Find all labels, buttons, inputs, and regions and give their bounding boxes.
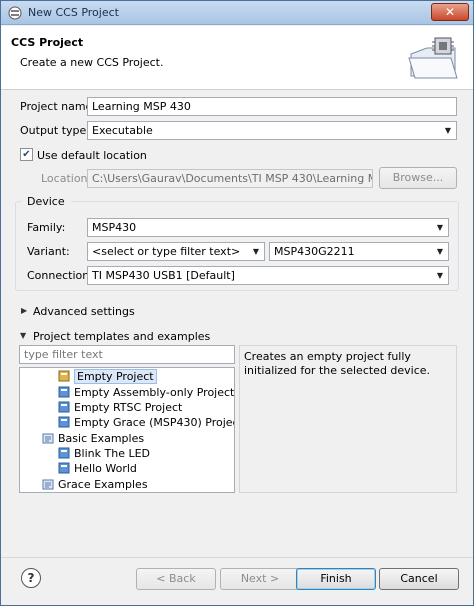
wizard-header: CCS Project Create a new CCS Project.	[1, 26, 473, 90]
tree-item[interactable]: Empty Assembly-only Project	[58, 385, 234, 400]
template-icon	[58, 447, 70, 459]
project-name-input[interactable]: Learning MSP 430	[87, 97, 457, 116]
location-input[interactable]: C:\Users\Gaurav\Documents\TI MSP 430\Lea…	[87, 169, 373, 188]
output-type-label: Output type:	[20, 124, 90, 137]
location-label: Location:	[41, 172, 92, 185]
tree-item-label: Empty Grace (MSP430) Project	[74, 416, 235, 429]
connection-select[interactable]: TI MSP430 USB1 [Default] ▼	[87, 266, 449, 285]
close-icon: ✕	[444, 5, 456, 19]
connection-label: Connection:	[27, 269, 93, 282]
folder-icon	[42, 433, 54, 444]
chevron-down-icon: ▼	[436, 223, 444, 232]
check-icon: ✔	[22, 149, 31, 160]
family-label: Family:	[27, 221, 66, 234]
tree-item[interactable]: Empty Grace (MSP430) Project	[58, 415, 235, 430]
family-select[interactable]: MSP430 ▼	[87, 218, 449, 237]
wizard-description: Create a new CCS Project.	[20, 56, 164, 69]
connection-value: TI MSP430 USB1 [Default]	[92, 269, 235, 282]
new-ccs-project-dialog: New CCS Project ✕ CCS Project Create a n…	[0, 0, 474, 606]
template-icon	[58, 386, 70, 398]
tree-item[interactable]: Empty RTSC Project	[58, 400, 182, 415]
tree-item-label: Blink The LED	[74, 447, 151, 460]
browse-button[interactable]: Browse...	[379, 167, 457, 189]
output-type-select[interactable]: Executable ▼	[87, 121, 457, 140]
next-button[interactable]: Next >	[220, 568, 300, 590]
help-icon[interactable]: ?	[21, 568, 41, 588]
variant-filter-text: <select or type filter text>	[92, 245, 241, 258]
footer-separator	[1, 557, 473, 558]
variant-label: Variant:	[27, 245, 70, 258]
variant-value: MSP430G2211	[274, 245, 355, 258]
template-description: Creates an empty project fully initializ…	[239, 345, 457, 493]
chevron-down-icon: ▼	[436, 247, 444, 256]
variant-filter-combo[interactable]: <select or type filter text> ▼	[87, 242, 265, 261]
tree-item-label: Empty RTSC Project	[74, 401, 183, 414]
template-icon	[58, 416, 70, 428]
window-close-button[interactable]: ✕	[431, 3, 469, 21]
tree-item-label: Empty Assembly-only Project	[74, 386, 235, 399]
family-value: MSP430	[92, 221, 137, 234]
tree-item-label: Grace Examples	[58, 478, 148, 491]
finish-button[interactable]: Finish	[296, 568, 376, 590]
output-type-value: Executable	[92, 124, 153, 137]
chevron-down-icon[interactable]: ▼	[20, 331, 26, 340]
tree-item[interactable]: Empty Project	[58, 369, 157, 384]
tree-item[interactable]: Blink The LED	[58, 446, 150, 461]
tree-item-label: Hello World	[74, 462, 137, 475]
folder-chip-icon	[408, 37, 458, 79]
template-icon	[58, 401, 70, 413]
tree-item-label: Basic Examples	[58, 432, 145, 445]
device-group-title: Device	[21, 195, 71, 208]
tree-item-label: Empty Project	[74, 369, 157, 384]
back-button[interactable]: < Back	[136, 568, 216, 590]
tree-item[interactable]: Grace Examples	[42, 477, 148, 492]
templates-section-toggle[interactable]: Project templates and examples	[33, 330, 210, 343]
cancel-button[interactable]: Cancel	[379, 568, 459, 590]
template-tree[interactable]: Empty Project Empty Assembly-only Projec…	[19, 367, 235, 493]
use-default-location-checkbox[interactable]: ✔	[20, 148, 33, 161]
title-bar[interactable]: New CCS Project ✕	[1, 1, 473, 25]
chevron-right-icon[interactable]: ▶	[21, 306, 27, 315]
template-icon	[58, 462, 70, 474]
variant-select[interactable]: MSP430G2211 ▼	[269, 242, 449, 261]
chevron-down-icon: ▼	[444, 126, 452, 135]
use-default-location-label: Use default location	[37, 149, 147, 162]
wizard-title: CCS Project	[11, 36, 84, 49]
project-name-label: Project name:	[20, 100, 97, 113]
chevron-down-icon: ▼	[252, 247, 260, 256]
template-filter-input[interactable]: type filter text	[19, 345, 235, 364]
chevron-down-icon: ▼	[436, 271, 444, 280]
tree-item[interactable]: Hello World	[58, 461, 137, 476]
eclipse-icon	[8, 6, 22, 20]
template-icon	[58, 370, 70, 382]
tree-item[interactable]: Basic Examples	[42, 431, 144, 446]
window-title: New CCS Project	[28, 6, 119, 19]
folder-icon	[42, 479, 54, 490]
advanced-settings-toggle[interactable]: Advanced settings	[33, 305, 135, 318]
